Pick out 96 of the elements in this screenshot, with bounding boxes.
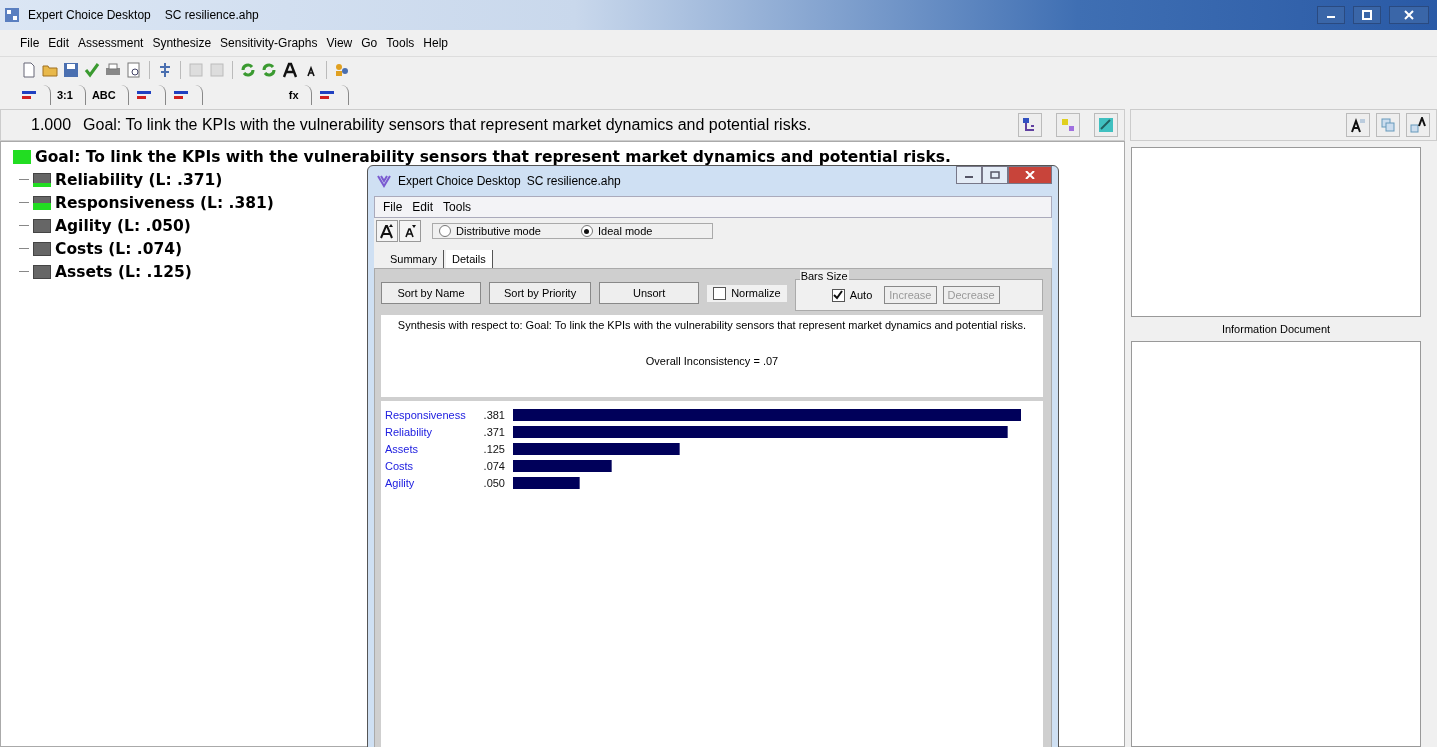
view-tab[interactable]: fx <box>282 85 312 105</box>
menu-item[interactable]: Edit <box>48 36 70 50</box>
synthesis-text: Synthesis with respect to: Goal: To link the KPIs with the vulnerability sensors that represent market dynamics and potential risks. <box>397 319 1027 331</box>
menu-item[interactable]: View <box>326 36 353 50</box>
criterion-node[interactable]: Reliability (L: .371) <box>55 170 223 189</box>
radio-label: Distributive mode <box>456 225 541 237</box>
bars-icon <box>317 88 336 102</box>
normalize-checkbox[interactable]: Normalize <box>707 284 787 302</box>
menu-item[interactable]: Synthesize <box>152 36 212 50</box>
menu-item[interactable]: Go <box>361 36 378 50</box>
minimize-button[interactable] <box>956 166 982 184</box>
criterion-node[interactable]: Costs (L: .074) <box>55 239 183 258</box>
category-label[interactable]: Responsiveness <box>385 409 466 421</box>
menu-item[interactable]: Edit <box>412 200 434 214</box>
category-label[interactable]: Agility <box>385 477 415 489</box>
nodes-button[interactable] <box>1056 113 1080 137</box>
mode-radio[interactable]: Ideal mode <box>581 225 653 237</box>
value-label: .371 <box>483 426 505 438</box>
group-title: Bars Size <box>799 270 849 282</box>
print-preview-icon[interactable] <box>125 61 143 79</box>
goal-priority: 1.000 <box>31 116 72 134</box>
menu-item[interactable]: File <box>20 36 40 50</box>
radio-icon[interactable] <box>581 225 593 237</box>
mode-radio[interactable]: Distributive mode <box>439 225 541 237</box>
menu-item[interactable]: Help <box>423 36 448 50</box>
criterion-node[interactable]: Agility (L: .050) <box>55 216 191 235</box>
font-icon <box>1410 117 1426 133</box>
criterion-node[interactable]: Responsiveness (L: .381) <box>55 193 274 212</box>
node-icon <box>33 218 51 233</box>
people-icon[interactable] <box>333 61 351 79</box>
sort-button[interactable]: Unsort <box>599 282 700 304</box>
window-title: Expert Choice Desktop <box>398 174 521 188</box>
file-name: SC resilience.ahp <box>164 8 259 22</box>
radio-label: Ideal mode <box>598 225 653 237</box>
priority-bar <box>513 477 580 489</box>
refresh-icon[interactable] <box>239 61 257 79</box>
font-icon <box>1350 117 1366 133</box>
bars-icon <box>20 88 38 102</box>
tree-view-button[interactable] <box>1018 113 1042 137</box>
pane-label: Information Document <box>1220 322 1332 337</box>
menu-item[interactable]: File <box>383 200 403 214</box>
check-icon <box>833 290 844 300</box>
file-name: SC resilience.ahp <box>526 174 621 188</box>
sort-button[interactable]: Sort by Name <box>381 282 481 304</box>
app-icon <box>376 174 392 188</box>
goal-text: Goal: To link the KPIs with the vulnerability sensors that represent market dynamics and potential risks. <box>83 116 812 134</box>
value-label: .381 <box>483 409 505 421</box>
maximize-icon <box>1362 10 1372 20</box>
check-icon[interactable] <box>83 61 101 79</box>
app-icon <box>4 7 20 23</box>
edit-button[interactable] <box>1094 113 1118 137</box>
maximize-button[interactable] <box>982 166 1008 184</box>
category-label[interactable]: Reliability <box>385 426 433 438</box>
close-button[interactable] <box>1389 6 1429 24</box>
font-larger-icon <box>379 223 395 239</box>
inconsistency-text: Overall Inconsistency = .07 <box>645 355 779 367</box>
close-icon <box>1404 10 1414 20</box>
bars-icon <box>134 88 153 102</box>
sort-button[interactable]: Sort by Priority <box>489 282 592 304</box>
windows-icon <box>1380 117 1396 133</box>
radio-icon[interactable] <box>439 225 451 237</box>
menu-item[interactable]: Assessment <box>78 36 144 50</box>
node-icon <box>33 172 51 187</box>
category-label[interactable]: Assets <box>385 443 418 455</box>
goal-node[interactable]: Goal: To link the KPIs with the vulnerability sensors that represent market dynamics and potential risks. <box>35 148 951 166</box>
window-title: Expert Choice Desktop <box>28 8 151 22</box>
close-icon <box>1025 171 1035 179</box>
expand-button[interactable] <box>1406 113 1430 137</box>
font-smaller-icon <box>402 223 418 239</box>
pencil-icon <box>1098 117 1114 133</box>
criterion-node[interactable]: Assets (L: .125) <box>55 262 192 281</box>
font-up-icon[interactable] <box>281 61 299 79</box>
bars-icon <box>171 88 190 102</box>
font-edit-button[interactable] <box>1346 113 1370 137</box>
font-up-button[interactable] <box>376 220 398 242</box>
view-tab[interactable]: ABC <box>85 85 129 105</box>
save-icon[interactable] <box>62 61 80 79</box>
menu-item[interactable]: Tools <box>443 200 472 214</box>
maximize-button[interactable] <box>1353 6 1381 24</box>
maximize-icon <box>990 171 1000 179</box>
node-icon <box>13 150 31 164</box>
view-tab[interactable]: Details <box>446 250 493 268</box>
squares-icon <box>1060 117 1076 133</box>
value-label: .125 <box>483 443 505 455</box>
minimize-button[interactable] <box>1317 6 1345 24</box>
menu-item[interactable]: Tools <box>386 36 415 50</box>
value-label: .050 <box>483 477 505 489</box>
node-icon <box>33 264 51 279</box>
view-tab[interactable]: 3:1 <box>51 85 86 105</box>
node-icon <box>33 241 51 256</box>
category-label[interactable]: Costs <box>385 460 414 472</box>
font-down-button[interactable] <box>399 220 421 242</box>
node-icon <box>33 195 51 210</box>
close-button[interactable] <box>1008 166 1052 184</box>
value-label: .074 <box>483 460 505 472</box>
menu-item[interactable]: Sensitivity-Graphs <box>220 36 318 50</box>
